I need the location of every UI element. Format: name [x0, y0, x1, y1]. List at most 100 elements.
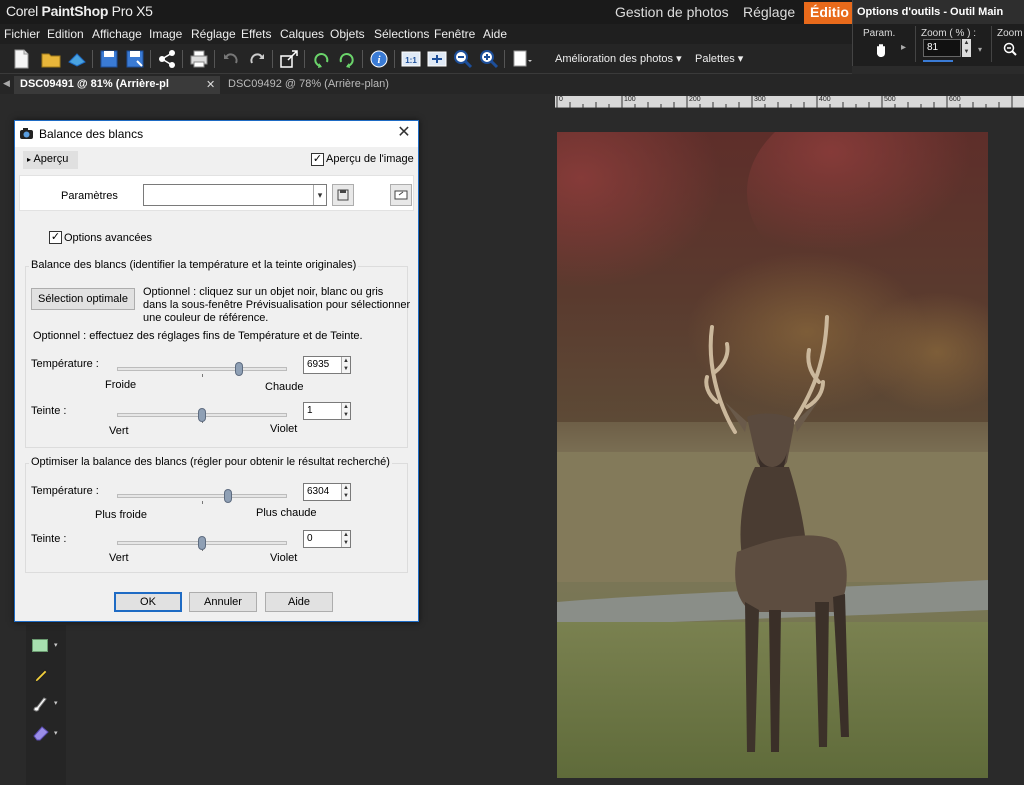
palettes-menu[interactable]: Palettes ▾: [695, 52, 743, 65]
paint-brush-icon[interactable]: [32, 695, 50, 713]
document-menu-icon[interactable]: [510, 48, 532, 70]
doc-tab-active[interactable]: DSC09491 @ 81% (Arrière-pl ✕: [14, 76, 220, 94]
share-icon[interactable]: [156, 48, 178, 70]
zoom-in-icon[interactable]: [478, 48, 500, 70]
camera-icon: [19, 127, 34, 141]
open-folder-icon[interactable]: [40, 48, 62, 70]
resize-icon[interactable]: [278, 48, 300, 70]
chevron-down-icon[interactable]: ▾: [313, 185, 326, 205]
zoom-dropdown-icon[interactable]: ▾: [978, 45, 982, 54]
zoom-percent-label: Zoom ( % ) :: [921, 28, 977, 39]
slider-thumb[interactable]: [223, 489, 232, 503]
temperature2-slider[interactable]: [117, 489, 287, 504]
tint2-min-label: Vert: [109, 552, 129, 564]
menu-file[interactable]: Fichier: [4, 27, 40, 41]
spin-buttons[interactable]: ▲ ▼: [341, 531, 350, 547]
menu-image[interactable]: Image: [149, 27, 182, 41]
dropdown-arrow-icon[interactable]: ▾: [54, 641, 58, 649]
preview-toggle[interactable]: ▸ Aperçu: [23, 151, 78, 169]
tint-label: Teinte :: [31, 405, 67, 417]
standard-toolbar: i 1:1 Amélioration des photos ▾ Palettes…: [0, 44, 852, 74]
toolbar-separator: [92, 50, 93, 68]
dropdown-arrow-icon[interactable]: ▾: [54, 699, 58, 707]
ok-button[interactable]: OK: [114, 592, 182, 612]
group2-title: Optimiser la balance des blancs (régler …: [29, 456, 392, 468]
menu-adjust[interactable]: Réglage: [191, 27, 236, 41]
zoom-out-icon[interactable]: [452, 48, 474, 70]
workspace-tab-manage[interactable]: Gestion de photos: [609, 2, 735, 24]
app-brand: Corel PaintShop Pro X5: [6, 3, 153, 19]
zoom-spin-buttons[interactable]: ▲ ▼: [962, 39, 971, 57]
actual-size-icon[interactable]: 1:1: [400, 48, 422, 70]
menu-help[interactable]: Aide: [483, 27, 507, 41]
svg-text:1:1: 1:1: [405, 56, 417, 65]
browse-icon[interactable]: [66, 48, 88, 70]
temperature-input[interactable]: 6935 ▲ ▼: [303, 356, 351, 374]
spin-buttons[interactable]: ▲ ▼: [341, 403, 350, 419]
slider-thumb[interactable]: [198, 536, 206, 550]
ruler-label: 500: [884, 96, 896, 103]
new-file-icon[interactable]: [10, 48, 32, 70]
save-preset-icon[interactable]: [332, 184, 354, 206]
tint2-slider[interactable]: [117, 536, 287, 551]
slider-thumb[interactable]: [235, 362, 244, 376]
param-label: Param.: [863, 28, 896, 39]
reset-preset-icon[interactable]: [390, 184, 412, 206]
save-as-icon[interactable]: [124, 48, 146, 70]
zoom-out-icon[interactable]: [1003, 42, 1017, 56]
shape-tool-icon[interactable]: [32, 639, 48, 652]
rotate-right-icon[interactable]: [336, 48, 358, 70]
photo-enhance-menu[interactable]: Amélioration des photos ▾: [555, 52, 682, 65]
tint-input[interactable]: 1 ▲ ▼: [303, 402, 351, 420]
image-preview-checkbox[interactable]: ✓: [311, 153, 324, 166]
rotate-left-icon[interactable]: [310, 48, 332, 70]
menu-selections[interactable]: Sélections: [374, 27, 429, 41]
tab-scroll-left-icon[interactable]: ◀: [3, 78, 10, 89]
slider-thumb[interactable]: [198, 408, 206, 422]
spin-buttons[interactable]: ▲ ▼: [341, 484, 350, 500]
menu-layers[interactable]: Calques: [280, 27, 324, 41]
tint-slider[interactable]: [117, 408, 287, 423]
menu-effects[interactable]: Effets: [241, 27, 271, 41]
menu-objects[interactable]: Objets: [330, 27, 365, 41]
tint2-label: Teinte :: [31, 533, 67, 545]
zoom-percent-input[interactable]: 81: [923, 39, 961, 57]
help-button[interactable]: Aide: [265, 592, 333, 612]
temperature2-value: 6304: [307, 486, 330, 497]
close-icon[interactable]: ✕: [395, 124, 413, 142]
dialog-title-bar[interactable]: Balance des blancs ✕: [15, 121, 418, 147]
temperature2-min-label: Plus froide: [95, 509, 147, 521]
menu-view[interactable]: Affichage: [92, 27, 142, 41]
dialog-title: Balance des blancs: [39, 127, 144, 141]
menu-window[interactable]: Fenêtre: [434, 27, 475, 41]
redo-icon[interactable]: [246, 48, 268, 70]
fit-window-icon[interactable]: [426, 48, 448, 70]
menu-edit[interactable]: Edition: [47, 27, 84, 41]
pen-tool-icon[interactable]: [32, 667, 50, 685]
optional-text-3: une couleur de référence.: [143, 312, 269, 324]
presets-dropdown[interactable]: ▾: [143, 184, 327, 206]
cancel-button[interactable]: Annuler: [189, 592, 257, 612]
dropdown-arrow-icon[interactable]: ▾: [54, 729, 58, 737]
save-icon[interactable]: [98, 48, 120, 70]
ruler-label: 0: [559, 96, 563, 103]
image-canvas[interactable]: [557, 132, 988, 778]
close-tab-icon[interactable]: ✕: [206, 78, 215, 91]
spin-buttons[interactable]: ▲ ▼: [341, 357, 350, 373]
optimal-selection-button[interactable]: Sélection optimale: [31, 288, 135, 310]
temperature2-input[interactable]: 6304 ▲ ▼: [303, 483, 351, 501]
tint2-input[interactable]: 0 ▲ ▼: [303, 530, 351, 548]
doc-tab-label: DSC09491 @ 81% (Arrière-pl: [20, 78, 169, 90]
hand-icon[interactable]: [873, 42, 889, 58]
advanced-options-checkbox[interactable]: ✓: [49, 231, 62, 244]
eraser-icon[interactable]: [32, 723, 50, 741]
info-icon[interactable]: i: [368, 48, 390, 70]
workspace-tab-edit[interactable]: Éditio: [804, 2, 852, 24]
doc-tab-inactive[interactable]: DSC09492 @ 78% (Arrière-plan): [222, 76, 402, 94]
param-arrow-icon[interactable]: ▸: [901, 42, 906, 53]
temperature2-label: Température :: [31, 485, 99, 497]
workspace-tab-adjust[interactable]: Réglage: [737, 2, 801, 24]
print-icon[interactable]: [188, 48, 210, 70]
undo-icon[interactable]: [220, 48, 242, 70]
temperature-slider[interactable]: [117, 362, 287, 377]
